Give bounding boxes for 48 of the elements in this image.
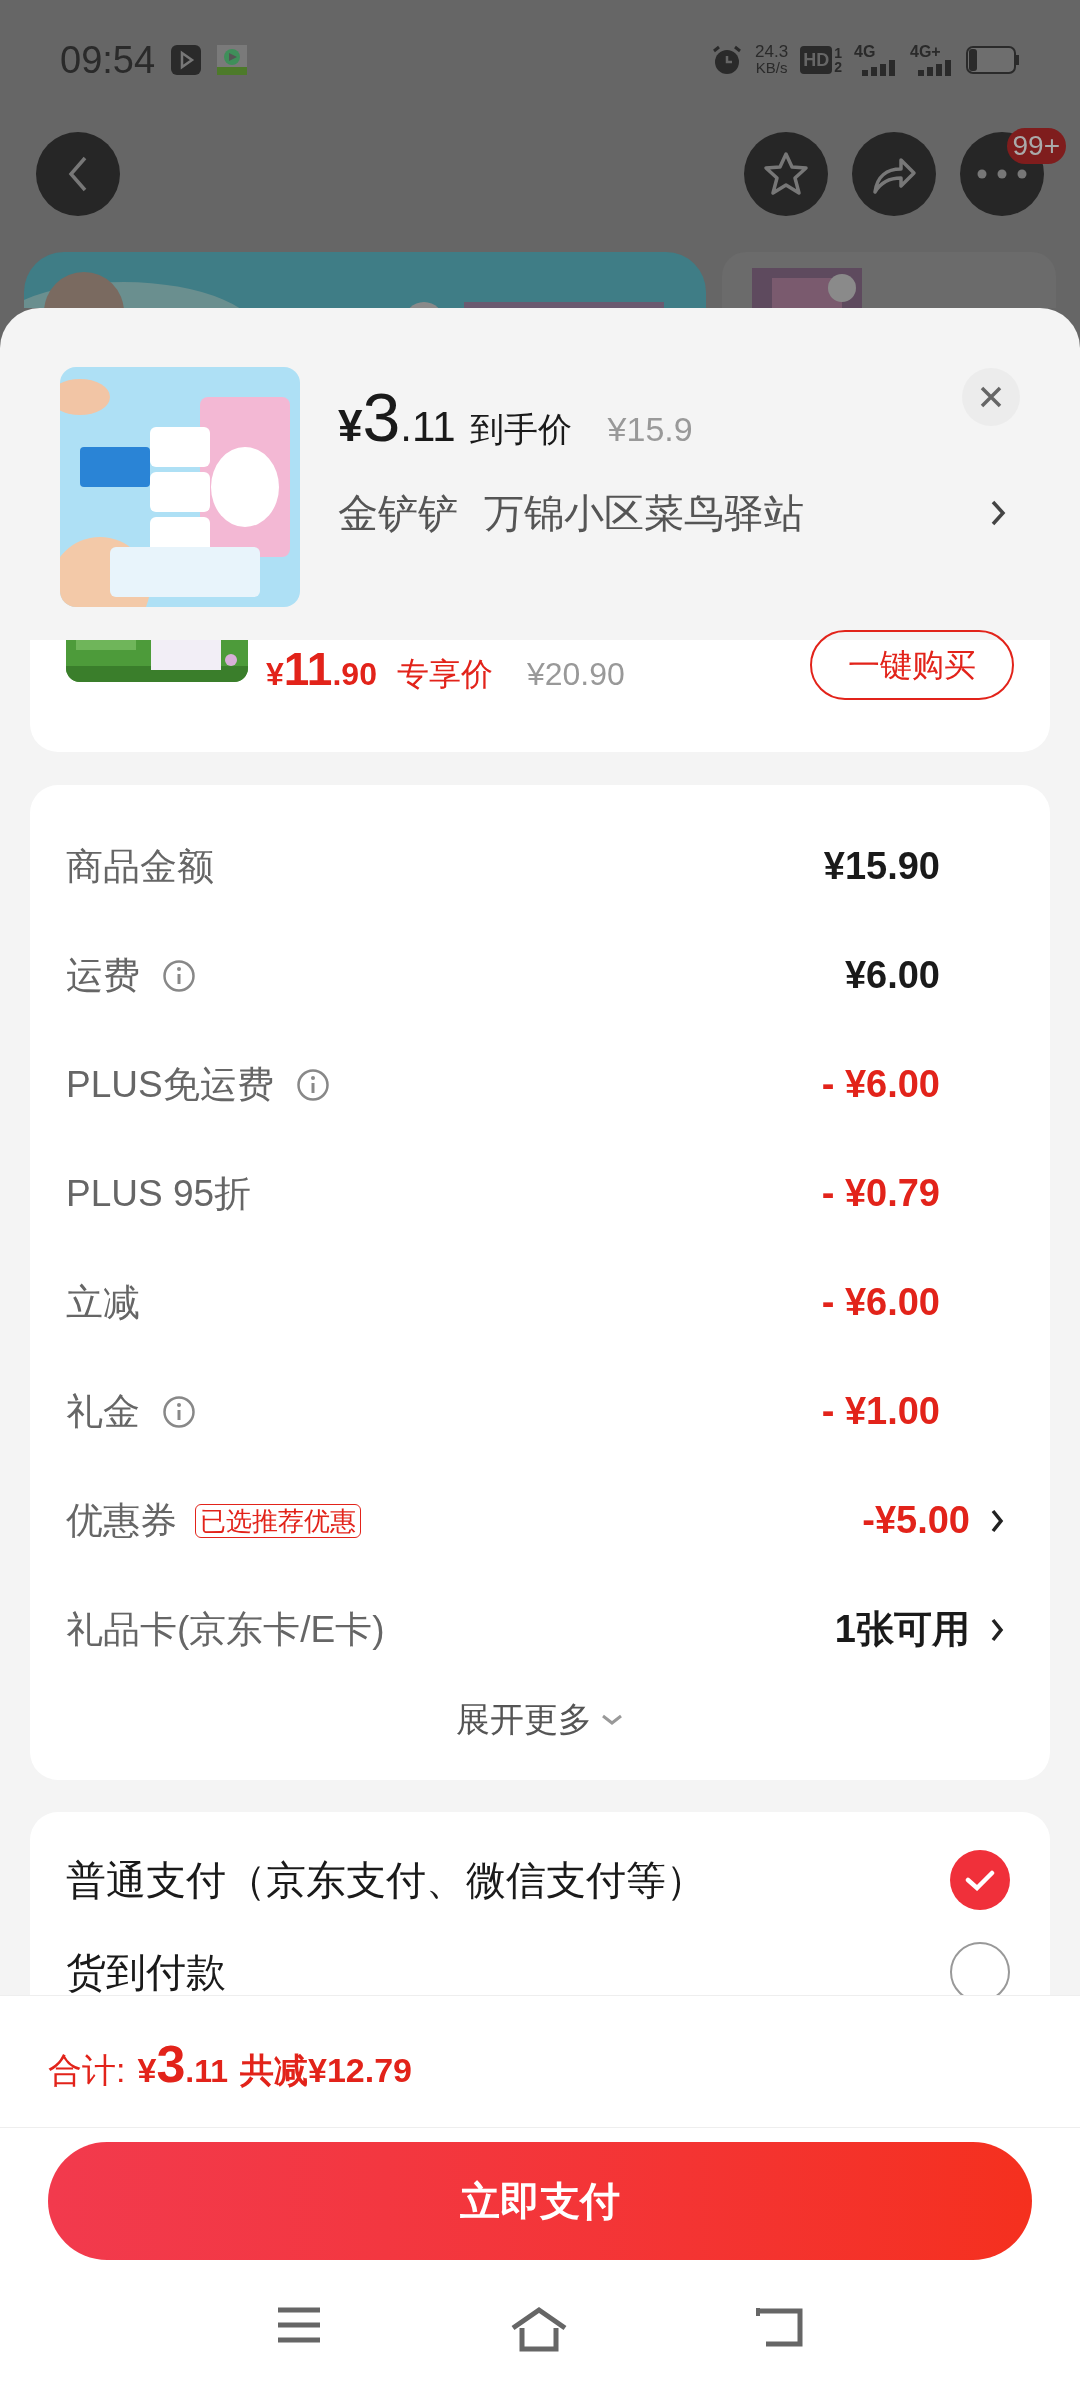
fee-value: ¥15.90 [823, 844, 940, 889]
price-decimal: .11 [400, 402, 456, 452]
expand-more-button[interactable]: 展开更多 [456, 1694, 624, 1745]
sim-number: 1 [834, 46, 842, 60]
hd-badge: HD [800, 46, 833, 74]
currency-symbol: ¥ [338, 401, 363, 452]
total-label: 合计: [48, 2050, 126, 2091]
network-type: 4G+ [910, 44, 941, 60]
price-integer: 3 [362, 381, 401, 453]
fee-label: 礼品卡(京东卡/E卡) [66, 1607, 385, 1652]
total-savings: 共减¥12.79 [240, 2050, 412, 2091]
buy-now-button[interactable]: 一键购买 [810, 630, 1014, 700]
pay-now-button[interactable]: 立即支付 [48, 2142, 1032, 2260]
fee-label: 立减 [66, 1280, 140, 1325]
pickup-point: 万锦小区菜鸟驿站 [484, 490, 804, 537]
fee-value: -¥5.00 [862, 1498, 970, 1543]
fee-value: - ¥6.00 [821, 1280, 940, 1325]
network-speed: 24.3 [755, 44, 789, 60]
fee-label: 优惠券 [66, 1498, 177, 1543]
payment-option: 普通支付（京东支付、微信支付等） [66, 1850, 706, 1910]
price-label: 专享价 [396, 655, 493, 694]
fee-label: 商品金额 [66, 844, 214, 889]
payment-option: 货到付款 [66, 1942, 226, 1995]
notification-badge: 99+ [1006, 128, 1066, 164]
price-label: 到手价 [469, 409, 572, 450]
currency-symbol: ¥ [266, 656, 284, 694]
fee-value: 1张可用 [834, 1607, 970, 1652]
price-integer: 3 [156, 2044, 186, 2084]
currency-symbol: ¥ [137, 2051, 157, 2091]
fee-label: 礼金 [66, 1389, 140, 1434]
recommended-tag: 已选推荐优惠 [195, 1503, 361, 1538]
speed-unit: KB/s [755, 60, 788, 76]
price-decimal: .11 [185, 2052, 228, 2091]
network-type: 4G [854, 44, 876, 60]
fee-value: - ¥6.00 [821, 1062, 940, 1107]
fee-label: PLUS 95折 [66, 1171, 252, 1216]
fee-value: ¥6.00 [844, 953, 940, 998]
original-price: ¥15.9 [607, 409, 693, 450]
fee-value: - ¥0.79 [821, 1171, 940, 1216]
fee-label: 运费 [66, 953, 140, 998]
fee-label: PLUS免运费 [66, 1062, 274, 1107]
clock-time: 09:54 [60, 37, 156, 83]
shop-name: 金铲铲 [338, 490, 458, 537]
original-price: ¥20.90 [526, 655, 625, 694]
price-decimal: .90 [332, 655, 377, 694]
price-integer: 11 [283, 646, 333, 692]
fee-value: - ¥1.00 [821, 1389, 940, 1434]
sim-number: 2 [834, 60, 842, 74]
